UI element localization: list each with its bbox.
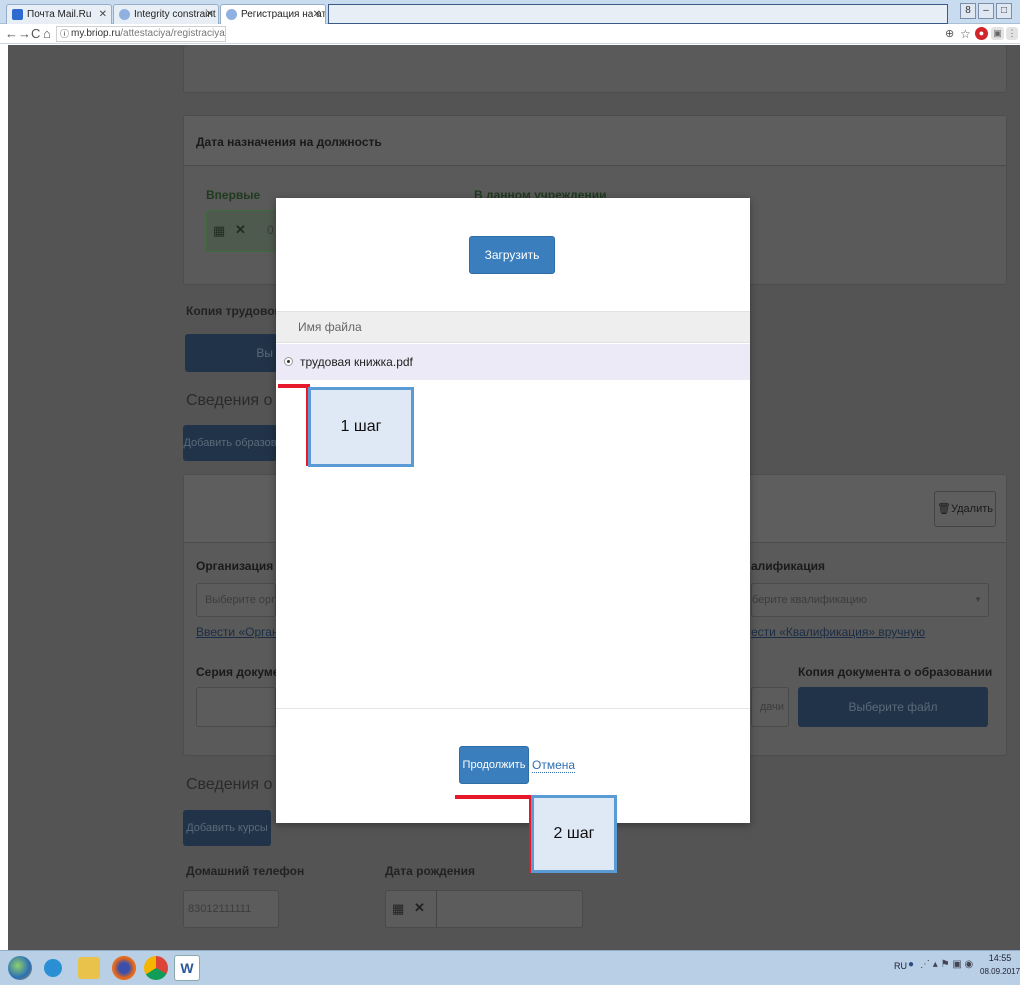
continue-button[interactable]: Продолжить <box>459 746 529 784</box>
step2-callout: 2 шаг <box>531 795 617 873</box>
modal-footer-divider <box>276 708 750 709</box>
birth-date-label: Дата рождения <box>385 864 476 878</box>
language-indicator[interactable]: RU <box>894 961 907 971</box>
start-button-icon[interactable] <box>8 956 32 980</box>
file-list-header: Имя файла <box>276 311 750 343</box>
reload-icon[interactable]: C <box>31 26 40 42</box>
caret-down-icon: ▼ <box>974 595 982 604</box>
word-icon[interactable]: W <box>174 955 200 981</box>
help-icon[interactable]: ● <box>908 959 914 970</box>
step2-red-top <box>455 795 531 799</box>
step2-label: 2 шаг <box>553 825 595 842</box>
qualification-select[interactable]: берите квалификацию ▼ <box>751 583 989 617</box>
close-icon[interactable]: ✕ <box>206 5 214 24</box>
first-time-label: Впервые <box>206 188 261 202</box>
tray-icons[interactable]: ⋰ ▴ ⚑ ▣ ◉ <box>920 959 973 970</box>
user-icon[interactable]: 8 <box>960 3 976 19</box>
new-tab-area[interactable] <box>328 4 948 24</box>
step1-callout: 1 шаг <box>308 387 414 467</box>
star-icon[interactable]: ☆ <box>960 26 971 42</box>
forward-icon[interactable]: → <box>18 26 31 42</box>
add-courses-label: Добавить курсы <box>186 822 268 834</box>
home-phone-label: Домашний телефон <box>186 864 305 878</box>
birth-date-input[interactable]: ▦ ✕ <box>385 890 583 928</box>
page-favicon-icon <box>226 9 237 20</box>
clock-date: 08.09.2017 <box>980 967 1020 976</box>
qualification-label: алификация <box>751 559 825 573</box>
close-icon[interactable]: ✕ <box>313 5 321 24</box>
enter-qualification-link[interactable]: ести «Квалификация» вручную <box>751 625 925 639</box>
organization-label: Организация <box>196 559 274 573</box>
delete-button[interactable]: 🗑Удалить <box>934 491 996 527</box>
adblock-icon[interactable]: ● <box>975 27 988 40</box>
close-icon[interactable]: ✕ <box>99 5 107 24</box>
tab-label: Почта Mail.Ru <box>27 9 92 20</box>
file-name: трудовая книжка.pdf <box>300 355 413 369</box>
add-courses-button[interactable]: Добавить курсы <box>183 810 271 846</box>
doc-date-tail: дачи <box>759 701 784 713</box>
choose-file-label: Выберите файл <box>848 700 938 714</box>
calendar-icon[interactable]: ▦ <box>213 223 225 239</box>
page-favicon-icon <box>119 9 130 20</box>
file-select-modal: Загрузить файл Имя файла трудовая книжка… <box>276 198 750 823</box>
delete-label: Удалить <box>950 503 993 515</box>
firefox-icon[interactable] <box>112 956 136 980</box>
first-time-date-input[interactable]: ▦ ✕ 0 <box>206 210 278 252</box>
trash-icon: 🗑 <box>937 503 951 515</box>
qualification-placeholder: берите квалификацию <box>752 594 867 606</box>
cancel-link[interactable]: Отмена <box>532 758 576 773</box>
maximize-icon[interactable]: □ <box>996 3 1012 19</box>
info-icon: ⓘ <box>60 29 70 39</box>
upload-file-button[interactable]: Загрузить файл <box>469 236 555 298</box>
file-row[interactable]: трудовая книжка.pdf <box>276 344 750 380</box>
clock-time: 14:55 <box>988 953 1012 963</box>
browser-tab-bar: Почта Mail.Ru ✕ Integrity constraint vio… <box>0 0 1020 24</box>
choose-file-button[interactable]: Выберите файл <box>798 687 988 727</box>
address-bar: ← → C ⌂ ⓘ my.briop.ru/attestaciya/regist… <box>0 24 1020 44</box>
position-date-title: Дата назначения на должность <box>196 135 382 149</box>
radio-selected[interactable] <box>284 357 293 366</box>
ie-icon[interactable] <box>44 959 62 977</box>
url-input[interactable]: ⓘ my.briop.ru/attestaciya/registraciya/ <box>56 26 226 42</box>
tab-mail[interactable]: Почта Mail.Ru ✕ <box>6 4 112 24</box>
edu-copy-label: Копия документа о образовании <box>798 665 993 679</box>
doc-date-input[interactable]: дачи <box>751 687 789 727</box>
clear-icon[interactable]: ✕ <box>235 222 246 238</box>
chrome-icon[interactable] <box>144 956 168 980</box>
continue-label: Продолжить <box>462 759 526 771</box>
minimize-icon[interactable]: – <box>978 3 994 19</box>
first-time-value: 0 <box>267 223 274 237</box>
organization-placeholder: Выберите органи <box>205 594 275 606</box>
url-path: /attestaciya/registraciya/ <box>120 28 226 39</box>
labor-book-button-label: Вы <box>256 346 273 360</box>
taskbar: W RU ● ⋰ ▴ ⚑ ▣ ◉ 14:55 08.09.2017 <box>0 950 1020 985</box>
screen: Почта Mail.Ru ✕ Integrity constraint vio… <box>0 0 1020 985</box>
url-host: my.briop.ru <box>71 28 121 39</box>
file-name-column: Имя файла <box>298 320 362 334</box>
clear-icon[interactable]: ✕ <box>414 900 425 916</box>
upload-file-label: Загрузить файл <box>484 248 540 298</box>
home-icon[interactable]: ⌂ <box>43 26 51 42</box>
tab-integrity[interactable]: Integrity constraint viola ✕ <box>113 4 219 24</box>
zoom-icon[interactable]: ⊕ <box>945 26 954 42</box>
step1-red-top <box>278 384 308 388</box>
calendar-icon[interactable]: ▦ <box>392 901 404 917</box>
extension-icon[interactable]: ▣ <box>991 27 1004 40</box>
previous-card <box>183 45 1007 93</box>
add-education-label: Добавить образов <box>183 437 277 449</box>
back-icon[interactable]: ← <box>5 26 18 42</box>
home-phone-value: 83012111111 <box>188 903 252 915</box>
organization-select[interactable]: Выберите органи <box>196 583 276 617</box>
doc-series-input[interactable] <box>196 687 276 727</box>
divider <box>436 891 437 927</box>
step1-label: 1 шаг <box>340 418 382 435</box>
explorer-icon[interactable] <box>78 957 100 979</box>
mail-favicon-icon <box>12 9 23 20</box>
labor-book-choose-button[interactable]: Вы <box>185 334 277 372</box>
add-education-button[interactable]: Добавить образов <box>183 425 277 461</box>
tab-registration[interactable]: Регистрация на аттеста ✕ <box>220 4 326 24</box>
menu-icon[interactable]: ⋮ <box>1006 27 1018 40</box>
home-phone-input[interactable]: 83012111111 <box>183 890 279 928</box>
